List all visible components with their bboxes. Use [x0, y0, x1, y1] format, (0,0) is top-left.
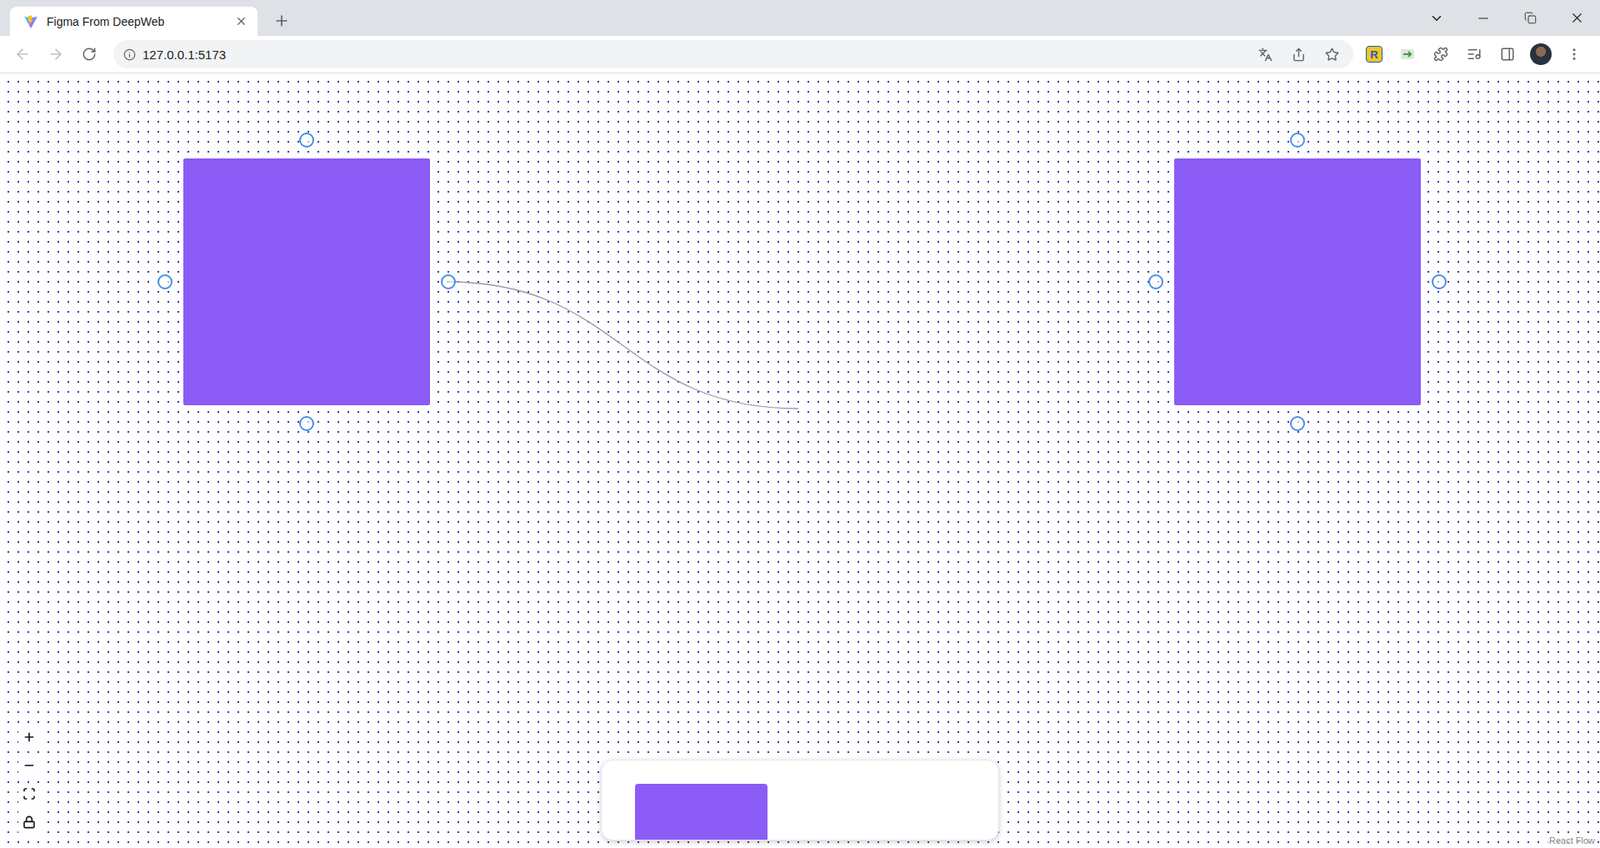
- back-button[interactable]: [10, 41, 35, 67]
- menu-button[interactable]: [1561, 41, 1587, 67]
- browser-window: Figma From DeepWeb 127.0.0.1:5173 R React F…: [0, 0, 1600, 848]
- zoom-in-button[interactable]: [18, 725, 40, 748]
- media-button[interactable]: [1461, 41, 1487, 67]
- minimize-icon: [1475, 10, 1491, 26]
- extension-icon[interactable]: [1399, 45, 1416, 63]
- node-handle[interactable]: [299, 132, 315, 148]
- reload-button[interactable]: [76, 41, 102, 67]
- extension-button[interactable]: [1395, 41, 1420, 67]
- translate-button[interactable]: [1251, 41, 1279, 67]
- browser-tab[interactable]: Figma From DeepWeb: [10, 6, 258, 36]
- close-icon: [235, 15, 248, 28]
- vite-logo-icon: [23, 14, 39, 30]
- avatar-icon: [1530, 43, 1552, 65]
- node-handle[interactable]: [1431, 274, 1447, 290]
- window-controls: [1413, 0, 1600, 36]
- minus-icon: [22, 758, 36, 772]
- share-icon: [1291, 47, 1306, 62]
- share-button[interactable]: [1285, 41, 1312, 67]
- extensions-button[interactable]: [1428, 41, 1454, 67]
- new-tab-button[interactable]: [269, 8, 295, 34]
- media-icon: [1466, 46, 1482, 62]
- arrow-right-icon: [47, 45, 65, 63]
- rectangle-tool[interactable]: [635, 783, 768, 840]
- node-handle[interactable]: [1290, 415, 1305, 431]
- close-icon: [1569, 10, 1585, 26]
- fit-view-button[interactable]: [18, 782, 40, 805]
- translate-icon: [1258, 47, 1273, 62]
- lock-button[interactable]: [18, 810, 40, 833]
- minimize-button[interactable]: [1460, 0, 1507, 36]
- side-panel-icon: [1500, 46, 1515, 62]
- tab-title: Figma From DeepWeb: [46, 15, 225, 29]
- puzzle-icon: [1433, 46, 1449, 62]
- node-handle[interactable]: [440, 274, 456, 290]
- menu-icon: [1566, 46, 1582, 62]
- attribution[interactable]: React Flow: [1547, 834, 1597, 846]
- reload-icon: [81, 46, 97, 62]
- plus-icon: [22, 730, 36, 744]
- address-bar[interactable]: 127.0.0.1:5173: [113, 40, 1354, 69]
- flow-canvas[interactable]: React Flow: [0, 73, 1600, 848]
- connection-line: [446, 281, 799, 409]
- node-handle[interactable]: [1148, 274, 1164, 290]
- extension-button[interactable]: R: [1361, 41, 1387, 67]
- tab-close-button[interactable]: [232, 9, 250, 35]
- address-toolbar: 127.0.0.1:5173 R: [0, 35, 1600, 74]
- side-panel-button[interactable]: [1495, 41, 1520, 67]
- lock-icon: [22, 815, 36, 829]
- restore-icon: [1524, 11, 1537, 25]
- profile-button[interactable]: [1528, 41, 1554, 67]
- restore-button[interactable]: [1506, 0, 1554, 36]
- shape-toolbar: [600, 759, 1000, 840]
- plus-icon: [273, 12, 290, 30]
- node-handle[interactable]: [1290, 132, 1305, 148]
- info-icon: [123, 48, 136, 61]
- extension-badge: R: [1365, 45, 1383, 63]
- star-icon: [1325, 47, 1340, 62]
- tab-search-button[interactable]: [1413, 0, 1460, 36]
- close-window-button[interactable]: [1553, 0, 1600, 36]
- bookmark-button[interactable]: [1318, 41, 1345, 67]
- shape-node[interactable]: [1174, 158, 1421, 405]
- node-handle[interactable]: [157, 274, 173, 290]
- node-handle[interactable]: [299, 415, 315, 431]
- fit-view-icon: [22, 786, 36, 800]
- shape-node[interactable]: [183, 158, 430, 405]
- arrow-left-icon: [14, 45, 31, 63]
- zoom-out-button[interactable]: [18, 754, 40, 776]
- forward-button[interactable]: [43, 41, 69, 67]
- flow-controls: [18, 725, 40, 833]
- chevron-down-icon: [1429, 10, 1445, 26]
- tab-strip: Figma From DeepWeb: [0, 0, 1600, 36]
- url-text: 127.0.0.1:5173: [142, 47, 1245, 62]
